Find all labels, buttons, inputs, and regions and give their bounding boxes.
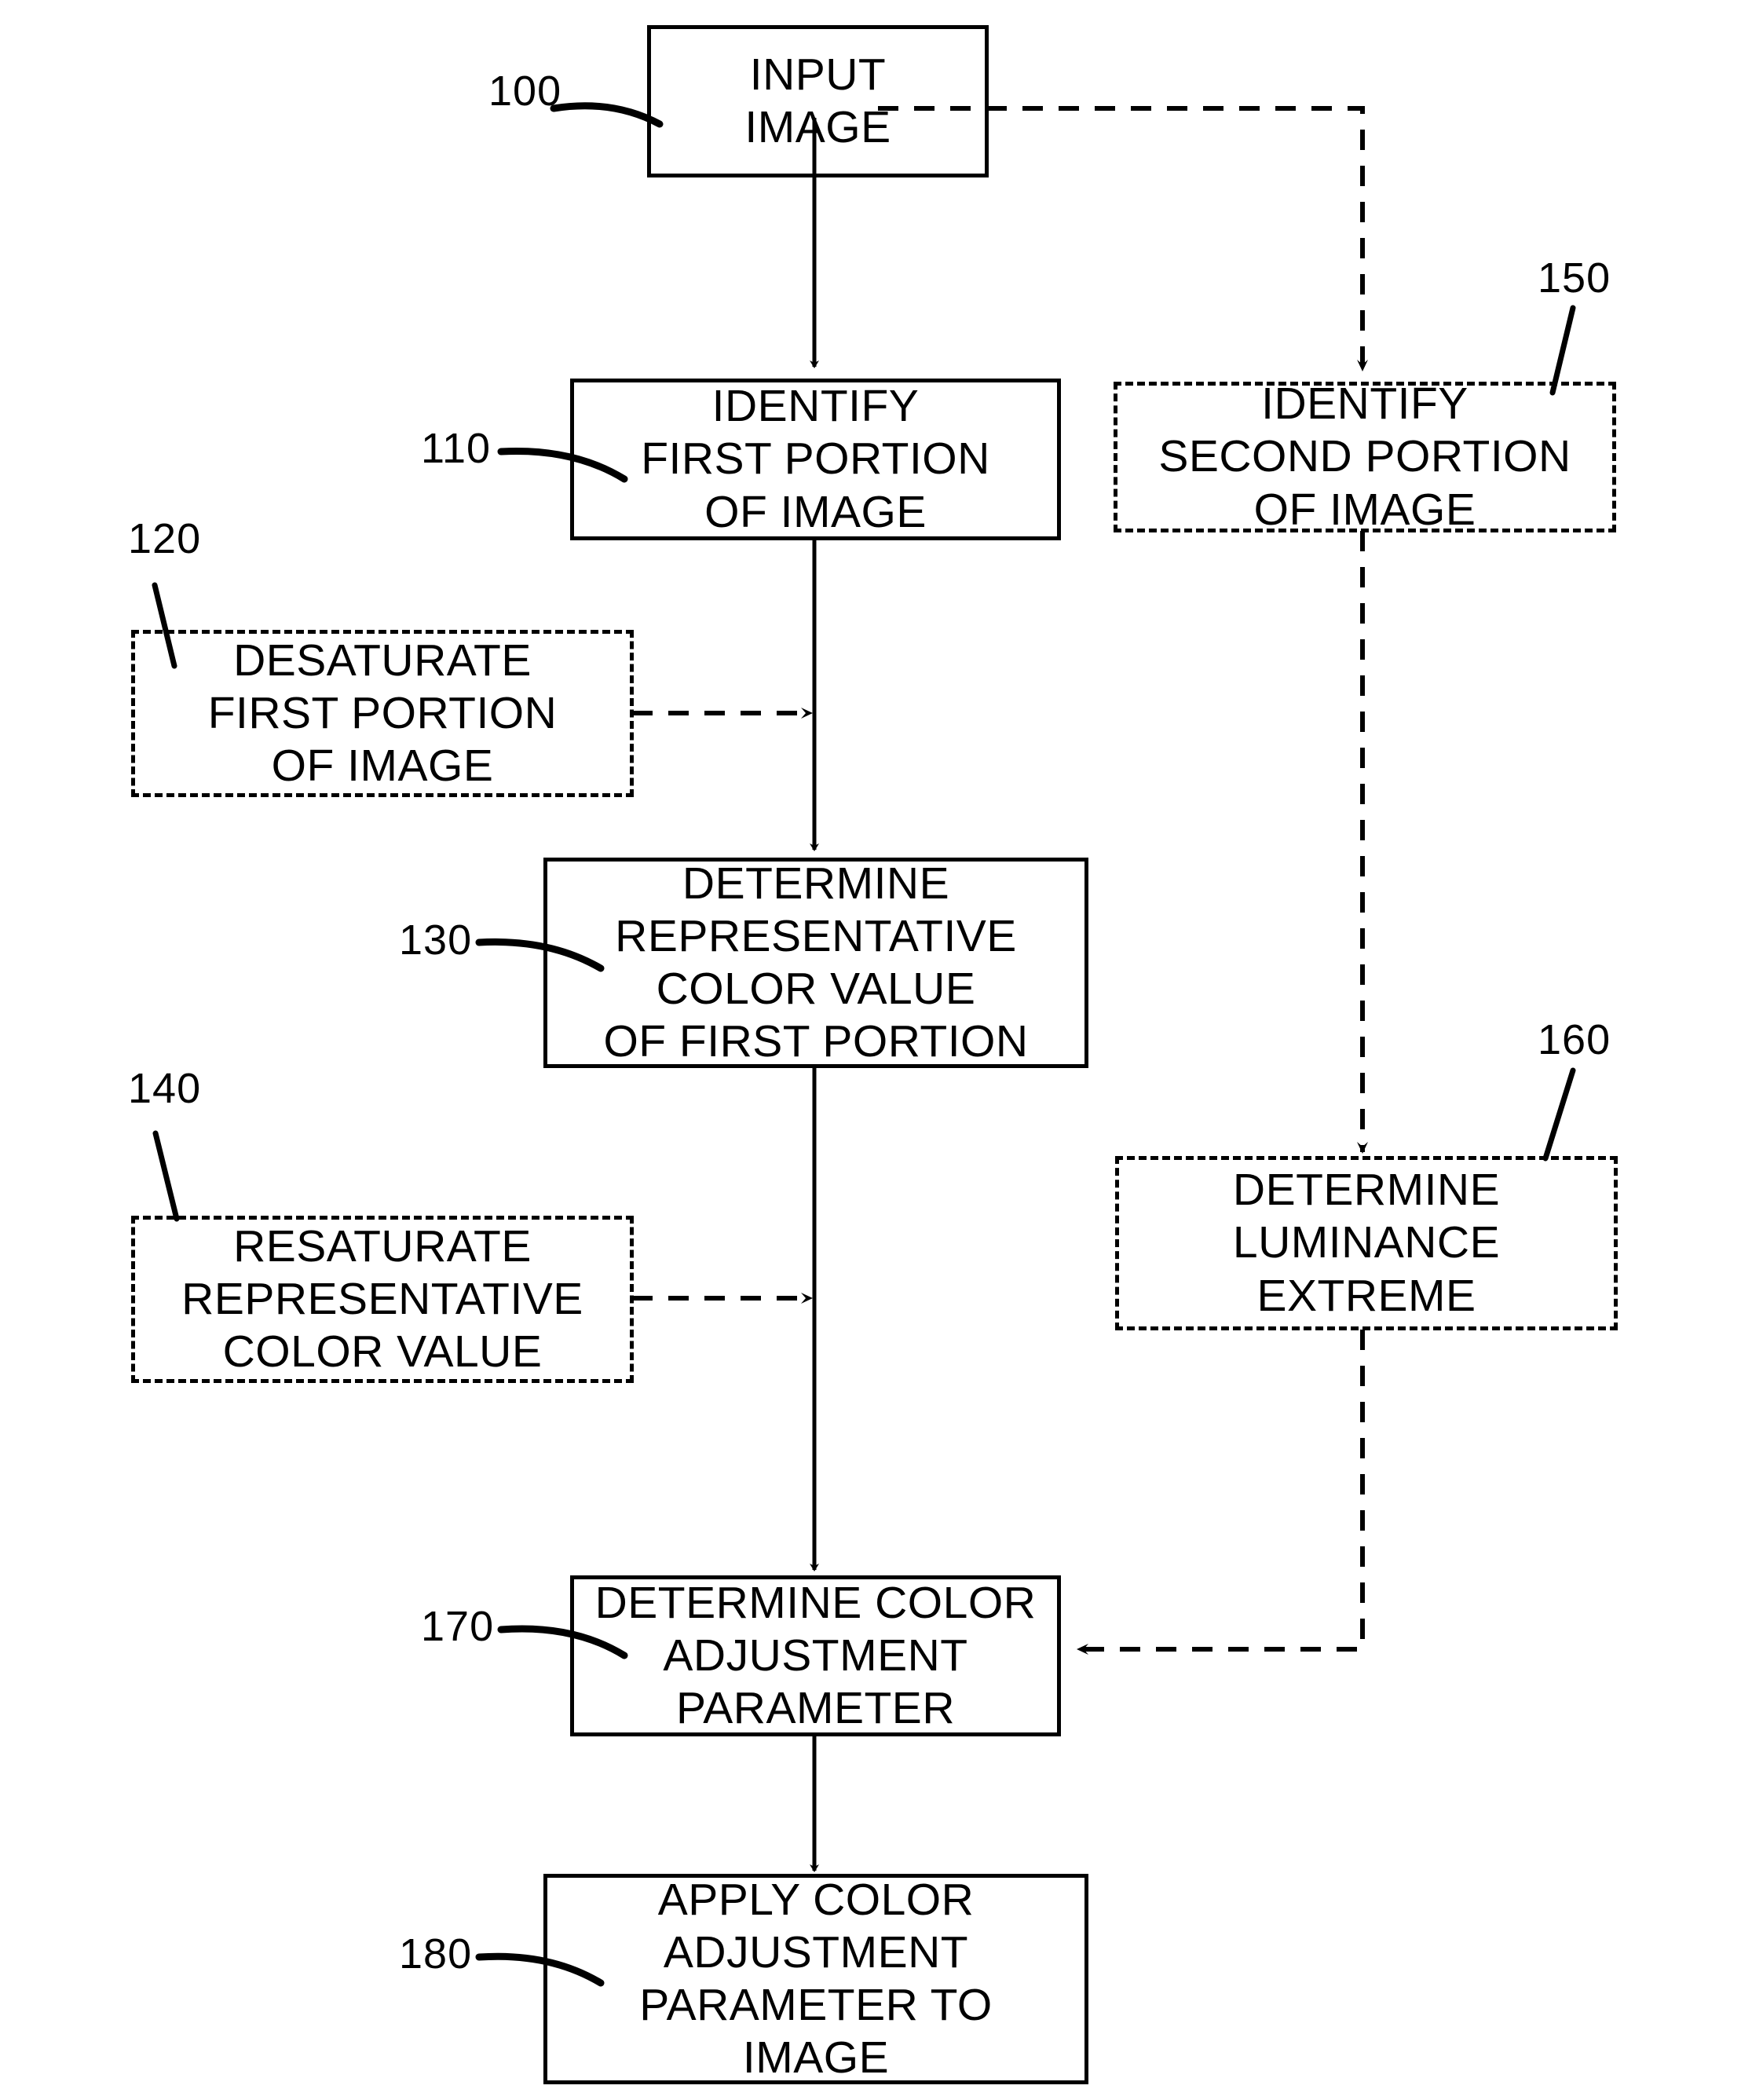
node-determine-representative-color-value[interactable]: DETERMINE REPRESENTATIVE COLOR VALUE OF … [543, 858, 1088, 1068]
node-identify-second-portion-line-3: OF IMAGE [1253, 484, 1476, 535]
node-desaturate-first-portion[interactable]: DESATURATE FIRST PORTION OF IMAGE [131, 630, 634, 797]
node-identify-second-portion-line-1: IDENTIFY [1261, 379, 1469, 430]
ref-numeral-150: 150 [1538, 254, 1611, 302]
node-desaturate-first-portion-line-2: FIRST PORTION [207, 687, 558, 738]
node-resaturate-line-1: RESATURATE [233, 1220, 532, 1271]
leader-line-100 [550, 102, 664, 128]
node-apply-color-adjustment-parameter[interactable]: APPLY COLOR ADJUSTMENT PARAMETER TO IMAG… [543, 1874, 1088, 2084]
node-determine-luminance-extreme[interactable]: DETERMINE LUMINANCE EXTREME [1115, 1156, 1618, 1330]
node-desaturate-first-portion-line-1: DESATURATE [233, 635, 532, 686]
node-determine-param-line-2: ADJUSTMENT [663, 1630, 968, 1681]
connector-luminance-to-determine-param [1077, 1330, 1365, 1655]
node-luminance-line-1: DETERMINE [1232, 1165, 1501, 1216]
node-identify-second-portion-line-2: SECOND PORTION [1158, 431, 1571, 482]
node-apply-line-1: APPLY COLOR [657, 1874, 975, 1925]
node-resaturate-line-3: COLOR VALUE [222, 1326, 543, 1377]
ref-numeral-170: 170 [421, 1603, 495, 1650]
node-desaturate-first-portion-line-3: OF IMAGE [271, 741, 494, 792]
node-resaturate-line-2: REPRESENTATIVE [181, 1273, 583, 1324]
node-identify-first-portion[interactable]: IDENTIFY FIRST PORTION OF IMAGE [570, 379, 1061, 540]
node-determine-param-line-3: PARAMETER [676, 1683, 955, 1734]
node-determine-rep-line-2: REPRESENTATIVE [615, 910, 1017, 961]
node-apply-line-3: PARAMETER TO [639, 1980, 993, 2030]
node-input-image[interactable]: INPUT IMAGE [647, 25, 989, 177]
ref-numeral-100: 100 [488, 68, 562, 115]
leader-line-160 [1542, 1067, 1576, 1162]
ref-numeral-120: 120 [128, 515, 202, 562]
node-input-image-line-2: IMAGE [744, 102, 891, 152]
node-identify-first-portion-line-3: OF IMAGE [704, 486, 927, 537]
node-determine-rep-line-3: COLOR VALUE [656, 964, 976, 1014]
node-input-image-line-1: INPUT [749, 49, 887, 100]
node-identify-first-portion-line-1: IDENTIFY [711, 381, 920, 432]
node-luminance-line-3: EXTREME [1256, 1270, 1476, 1321]
leader-line-150 [1549, 305, 1576, 396]
node-determine-param-line-1: DETERMINE COLOR [594, 1577, 1037, 1628]
node-apply-line-2: ADJUSTMENT [663, 1926, 969, 1977]
ref-numeral-110: 110 [421, 425, 492, 472]
node-resaturate-representative-color-value[interactable]: RESATURATE REPRESENTATIVE COLOR VALUE [131, 1216, 634, 1383]
figure-canvas: INPUT IMAGE IDENTIFY FIRST PORTION OF IM… [0, 0, 1752, 2100]
node-identify-first-portion-line-2: FIRST PORTION [641, 434, 990, 485]
node-determine-color-adjustment-parameter[interactable]: DETERMINE COLOR ADJUSTMENT PARAMETER [570, 1575, 1061, 1736]
node-determine-rep-line-4: OF FIRST PORTION [603, 1016, 1029, 1067]
leader-line-140 [152, 1130, 180, 1222]
ref-numeral-130: 130 [399, 916, 473, 964]
node-determine-rep-line-1: DETERMINE [682, 858, 950, 909]
node-luminance-line-2: LUMINANCE [1232, 1217, 1501, 1268]
ref-numeral-160: 160 [1538, 1016, 1611, 1063]
ref-numeral-140: 140 [128, 1065, 202, 1112]
ref-numeral-180: 180 [399, 1930, 473, 1977]
node-identify-second-portion[interactable]: IDENTIFY SECOND PORTION OF IMAGE [1114, 379, 1616, 535]
node-apply-line-4: IMAGE [742, 2032, 890, 2084]
